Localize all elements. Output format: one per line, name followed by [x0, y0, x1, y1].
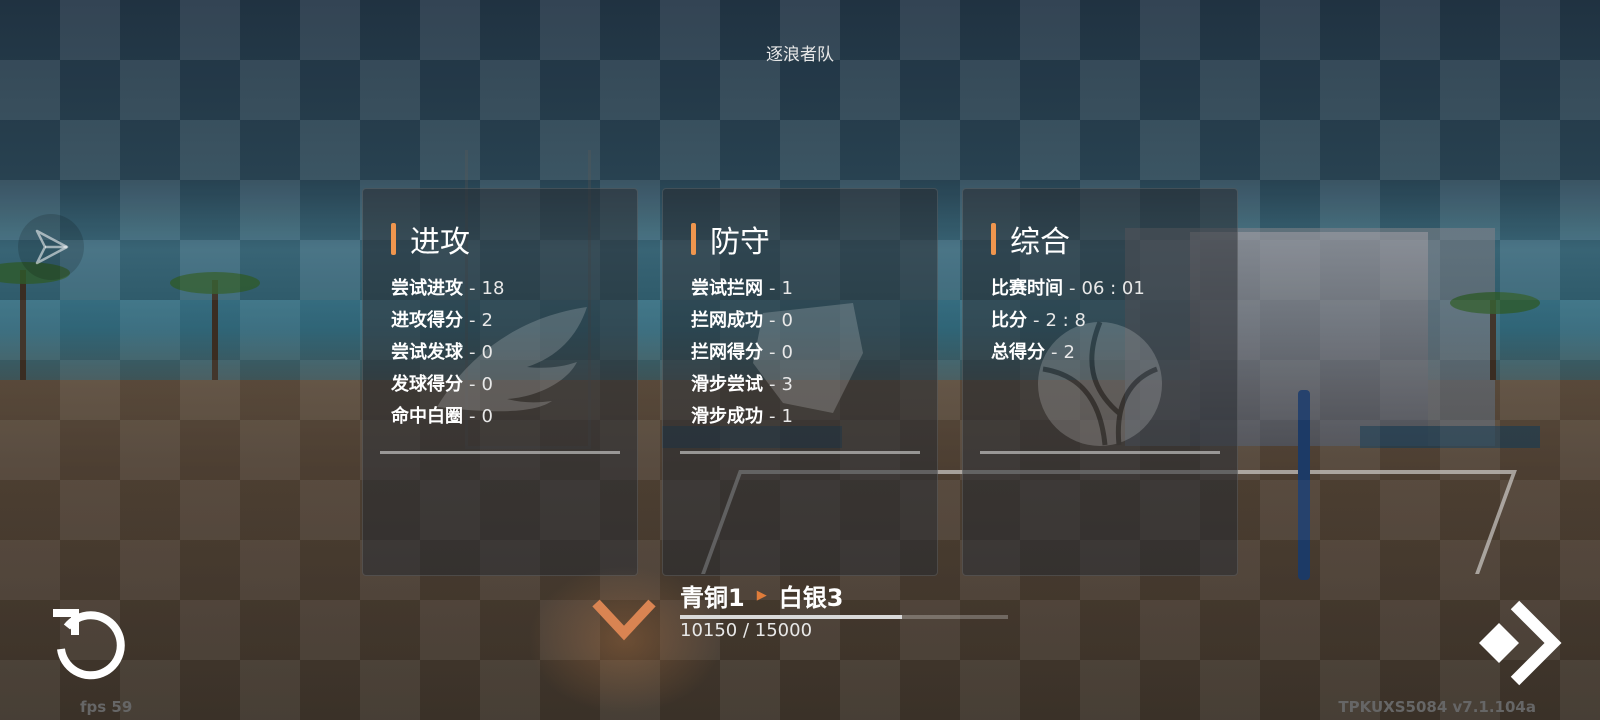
- stat-value: 0: [481, 342, 493, 363]
- stat-label: 尝试发球: [391, 342, 463, 363]
- background-palm-frond: [1450, 292, 1540, 314]
- stat-label: 总得分: [991, 342, 1045, 363]
- stat-separator: -: [769, 374, 776, 395]
- panel-title: 防守: [710, 225, 770, 260]
- rank-from: 青铜1: [680, 584, 745, 612]
- next-button[interactable]: [1470, 598, 1570, 688]
- fps-counter: fps 59: [80, 698, 133, 716]
- stat-row: 拦网成功 -0: [691, 305, 793, 337]
- panel-title: 进攻: [410, 225, 470, 260]
- stat-label: 比赛时间: [991, 278, 1063, 299]
- stat-separator: -: [1051, 342, 1058, 363]
- panel-accent-bar: [991, 223, 996, 255]
- stat-value: 3: [781, 374, 793, 395]
- stat-value: 2: [481, 310, 493, 331]
- retry-button[interactable]: [46, 602, 132, 688]
- rank-to: 白银3: [778, 584, 844, 612]
- background-net-pole: [1298, 390, 1310, 580]
- panel-accent-bar: [691, 223, 696, 255]
- stat-row: 总得分 -2: [991, 337, 1145, 369]
- defense-stats-panel: 防守 尝试拦网 -1 拦网成功 -0 拦网得分 -0 滑步尝试 -3 滑步成功 -1: [662, 188, 938, 576]
- panel-divider: [380, 451, 620, 454]
- stat-separator: -: [1033, 310, 1040, 331]
- game-result-screen: { "header": {"team_name": "逐浪者队"}, "pane…: [0, 0, 1600, 720]
- stat-value: 18: [481, 278, 505, 299]
- stat-separator: -: [769, 310, 776, 331]
- attack-stats-panel: 进攻 尝试进攻 -18 进攻得分 -2 尝试发球 -0 发球得分 -0 命中白圈 -0: [362, 188, 638, 576]
- stat-value: 2: [1063, 342, 1075, 363]
- rank-progress-fill: [680, 615, 902, 619]
- stat-value: 0: [481, 374, 493, 395]
- team-name: 逐浪者队: [766, 45, 834, 65]
- background-palm-tree: [212, 280, 218, 380]
- panel-title: 综合: [1010, 225, 1070, 260]
- stat-separator: -: [769, 342, 776, 363]
- share-button[interactable]: [18, 214, 84, 280]
- stat-label: 发球得分: [391, 374, 463, 395]
- stat-separator: -: [469, 406, 476, 427]
- overall-stats-panel: 综合 比赛时间 -06 : 01 比分 -2 : 8 总得分 -2: [962, 188, 1238, 576]
- stat-label: 滑步成功: [691, 406, 763, 427]
- stat-row: 比分 -2 : 8: [991, 305, 1145, 337]
- stat-separator: -: [469, 278, 476, 299]
- stat-row: 尝试发球 -0: [391, 337, 504, 369]
- stat-label: 滑步尝试: [691, 374, 763, 395]
- stat-label: 拦网得分: [691, 342, 763, 363]
- background-banner: [1360, 426, 1540, 448]
- rank-progress-title: 青铜1 ▶ 白银3: [680, 578, 843, 613]
- stat-value: 1: [781, 406, 793, 427]
- stat-separator: -: [769, 406, 776, 427]
- background-palm-frond: [170, 272, 260, 294]
- stat-value: 2 : 8: [1045, 310, 1086, 331]
- restart-icon: [53, 609, 125, 680]
- stat-separator: -: [769, 278, 776, 299]
- stat-row: 比赛时间 -06 : 01: [991, 273, 1145, 305]
- stat-value: 1: [781, 278, 793, 299]
- stat-label: 命中白圈: [391, 406, 463, 427]
- stat-value: 0: [781, 310, 793, 331]
- stat-row: 命中白圈 -0: [391, 401, 504, 433]
- rank-arrow-icon: ▶: [756, 588, 767, 603]
- stat-row: 进攻得分 -2: [391, 305, 504, 337]
- rank-progress-bar: [680, 615, 1008, 619]
- stat-row: 滑步尝试 -3: [691, 369, 793, 401]
- stat-separator: -: [469, 342, 476, 363]
- stat-separator: -: [1069, 278, 1076, 299]
- expand-details-button[interactable]: [586, 594, 662, 644]
- stat-label: 拦网成功: [691, 310, 763, 331]
- stat-row: 拦网得分 -0: [691, 337, 793, 369]
- stat-row: 滑步成功 -1: [691, 401, 793, 433]
- stat-separator: -: [469, 310, 476, 331]
- version-label: TPKUXS5084 v7.1.104a: [1338, 698, 1536, 716]
- stat-row: 尝试进攻 -18: [391, 273, 504, 305]
- chevron-down-icon: [592, 599, 656, 641]
- stat-separator: -: [469, 374, 476, 395]
- stat-row: 发球得分 -0: [391, 369, 504, 401]
- stat-label: 尝试进攻: [391, 278, 463, 299]
- stat-label: 比分: [991, 310, 1027, 331]
- panel-divider: [980, 451, 1220, 454]
- background-palm-tree: [20, 270, 26, 380]
- send-icon: [35, 229, 69, 265]
- stat-label: 进攻得分: [391, 310, 463, 331]
- stat-label: 尝试拦网: [691, 278, 763, 299]
- rank-xp-text: 10150 / 15000: [680, 620, 813, 641]
- panel-divider: [680, 451, 920, 454]
- panel-accent-bar: [391, 223, 396, 255]
- stat-value: 0: [481, 406, 493, 427]
- stat-row: 尝试拦网 -1: [691, 273, 793, 305]
- stat-value: 06 : 01: [1081, 278, 1145, 299]
- next-arrow-icon: [1479, 600, 1562, 686]
- stat-value: 0: [781, 342, 793, 363]
